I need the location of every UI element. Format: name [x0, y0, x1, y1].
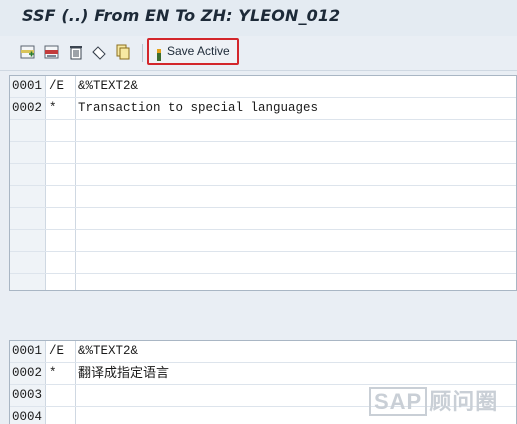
line-number: 0002 [10, 363, 46, 384]
format-column[interactable] [46, 252, 76, 273]
toolbar-separator [142, 44, 143, 62]
text-column[interactable] [76, 142, 516, 163]
line-number: 0001 [10, 76, 46, 97]
line-number [10, 164, 46, 185]
format-column[interactable]: * [46, 98, 76, 119]
format-column[interactable] [46, 142, 76, 163]
line-number [10, 142, 46, 163]
title-bar: SSF (..) From EN To ZH: YLEON_012 [0, 0, 517, 37]
format-column[interactable]: /E [46, 341, 76, 362]
editor-row[interactable] [10, 120, 516, 142]
text-column[interactable] [76, 230, 516, 251]
editor-row[interactable]: 0001 /E &%TEXT2& [10, 341, 516, 363]
format-column[interactable] [46, 208, 76, 229]
line-number [10, 252, 46, 273]
editor-row[interactable]: 0002 * Transaction to special languages [10, 98, 516, 120]
format-column[interactable] [46, 230, 76, 251]
editor-row[interactable] [10, 164, 516, 186]
insert-line-icon[interactable] [20, 44, 36, 60]
text-column[interactable] [76, 252, 516, 273]
format-column[interactable] [46, 407, 76, 424]
text-column[interactable] [76, 120, 516, 141]
line-number: 0002 [10, 98, 46, 119]
editor-row[interactable] [10, 252, 516, 274]
format-column[interactable] [46, 164, 76, 185]
text-column[interactable] [76, 274, 516, 290]
line-number: 0001 [10, 341, 46, 362]
format-column[interactable] [46, 186, 76, 207]
editor-row[interactable] [10, 230, 516, 252]
text-column[interactable] [76, 186, 516, 207]
text-column[interactable]: &%TEXT2& [76, 76, 516, 97]
line-number [10, 208, 46, 229]
format-column[interactable]: /E [46, 76, 76, 97]
save-active-label: Save Active [167, 44, 230, 58]
editor-row[interactable] [10, 208, 516, 230]
line-number: 0004 [10, 407, 46, 424]
line-number [10, 186, 46, 207]
source-text-editor[interactable]: 0001 /E &%TEXT2& 0002 * Transaction to s… [9, 75, 517, 291]
format-column[interactable] [46, 385, 76, 406]
text-column[interactable]: 翻译成指定语言 [76, 363, 516, 384]
text-column[interactable]: Transaction to special languages [76, 98, 516, 119]
text-column[interactable] [76, 208, 516, 229]
undo-icon[interactable] [91, 44, 107, 60]
editor-row[interactable]: 0001 /E &%TEXT2& [10, 76, 516, 98]
editor-row[interactable]: 0002 * 翻译成指定语言 [10, 363, 516, 385]
text-column[interactable] [76, 164, 516, 185]
text-column[interactable]: &%TEXT2& [76, 341, 516, 362]
format-column[interactable] [46, 120, 76, 141]
line-number: 0003 [10, 385, 46, 406]
insert-block-icon[interactable] [44, 44, 60, 60]
watermark-text: 顾问圈 [429, 389, 499, 415]
watermark-brand: SAP [369, 387, 428, 416]
line-number [10, 120, 46, 141]
copy-icon[interactable] [115, 44, 131, 60]
line-number [10, 274, 46, 290]
save-active-button[interactable]: Save Active [147, 38, 239, 65]
window-title: SSF (..) From EN To ZH: YLEON_012 [22, 6, 341, 25]
watermark: SAP 顾问圈 [369, 384, 505, 416]
editor-row[interactable] [10, 142, 516, 164]
format-column[interactable]: * [46, 363, 76, 384]
line-number [10, 230, 46, 251]
editor-row[interactable] [10, 274, 516, 290]
editor-row[interactable] [10, 186, 516, 208]
toolbar: Save Active [0, 36, 517, 71]
delete-icon[interactable] [68, 44, 84, 60]
save-active-icon [157, 46, 161, 61]
format-column[interactable] [46, 274, 76, 290]
